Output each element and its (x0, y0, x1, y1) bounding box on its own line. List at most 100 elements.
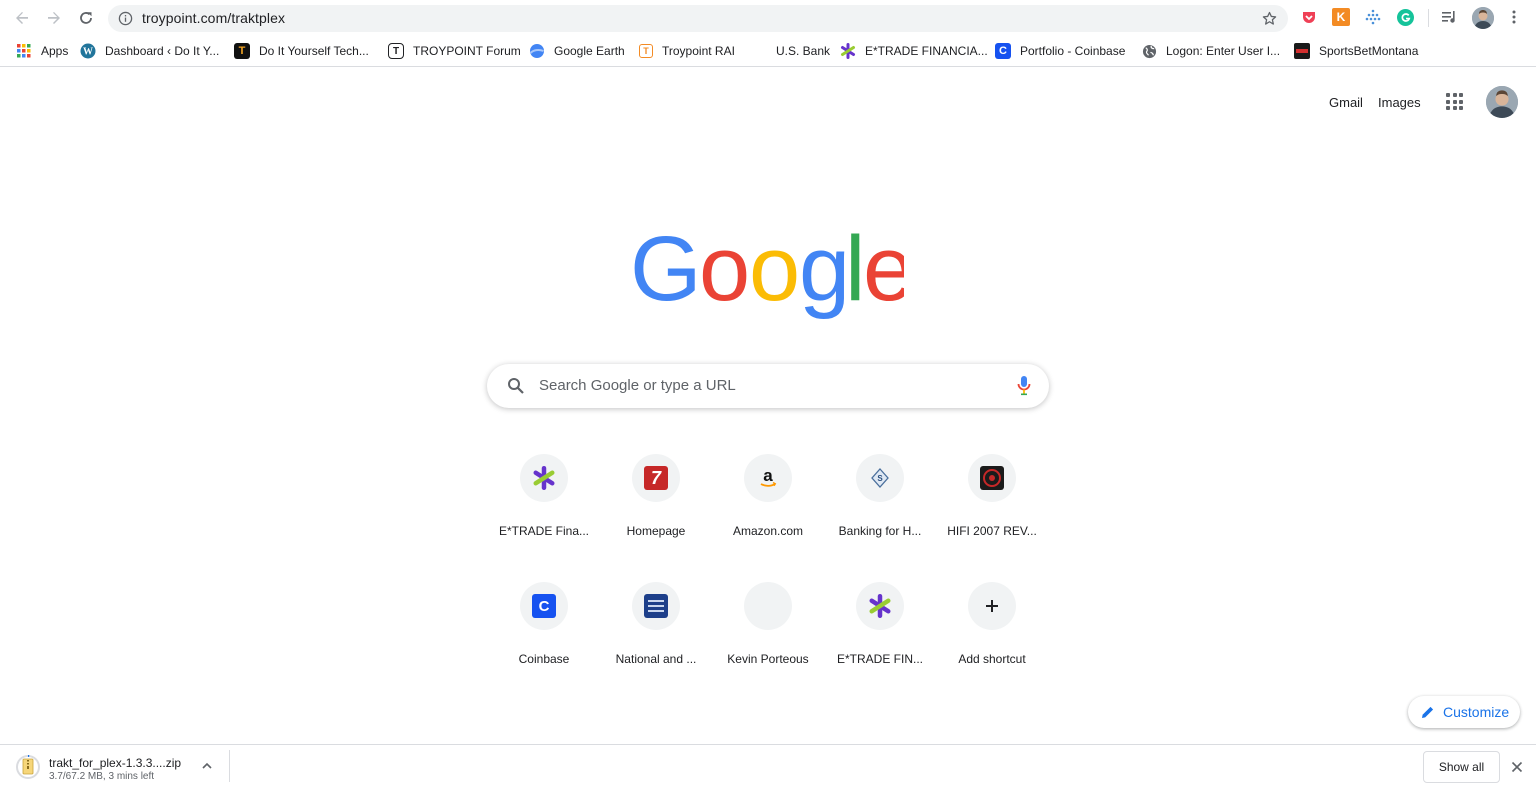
tile-icon-container: S (856, 454, 904, 502)
images-link[interactable]: Images (1378, 95, 1421, 110)
download-divider (229, 750, 230, 782)
profile-avatar[interactable] (1472, 7, 1494, 29)
shortcut-tile[interactable]: S Banking for H... (824, 436, 936, 548)
google-logo: G o o g l e (630, 226, 904, 320)
zip-file-icon[interactable] (16, 754, 40, 779)
shortcut-tile[interactable]: HIFI 2007 REV... (936, 436, 1048, 548)
bookmark-label: TROYPOINT Forum (413, 44, 521, 58)
apps-grid-icon (16, 43, 32, 59)
bookmark-label: Dashboard ‹ Do It Y... (105, 44, 220, 58)
tile-icon-container (968, 582, 1016, 630)
grammarly-icon[interactable] (1396, 8, 1414, 26)
bookmark-diy-tech[interactable]: T Do It Yourself Tech... (234, 42, 369, 60)
pencil-icon (1421, 705, 1435, 719)
weather-channel-icon (644, 594, 668, 618)
troypoint-rai-icon: T (639, 44, 653, 58)
google-earth-icon (529, 43, 545, 59)
google-apps-icon[interactable] (1446, 93, 1463, 110)
coinbase-icon: C (532, 594, 556, 618)
tile-title: E*TRADE Fina... (498, 524, 590, 538)
wordpress-icon: W (80, 43, 96, 59)
tile-title: National and ... (615, 652, 697, 666)
new-tab-page: Gmail Images G o o g l e Search Google o… (0, 68, 1536, 744)
bookmark-apps[interactable]: Apps (16, 42, 68, 60)
tile-icon-container (520, 454, 568, 502)
tile-title: Coinbase (518, 652, 570, 666)
shortcut-tile[interactable]: E*TRADE Fina... (488, 436, 600, 548)
coinbase-icon: C (995, 43, 1011, 59)
shortcut-tile[interactable]: National and ... (600, 564, 712, 676)
tile-title: Banking for H... (838, 524, 922, 538)
search-input[interactable]: Search Google or type a URL (539, 377, 736, 394)
bookmark-us-bank[interactable]: U.S. Bank (776, 42, 830, 60)
reload-icon[interactable] (76, 8, 96, 28)
back-icon[interactable] (12, 8, 32, 28)
troypoint-forum-icon: T (388, 43, 404, 59)
bookmark-troypoint-forum[interactable]: T TROYPOINT Forum (388, 42, 521, 60)
url-text[interactable]: troypoint.com/traktplex (142, 10, 285, 26)
svg-text:o: o (749, 226, 800, 320)
bookmark-label: E*TRADE FINANCIA... (865, 44, 988, 58)
bookmark-label: Logon: Enter User I... (1166, 44, 1281, 58)
add-shortcut-tile[interactable]: Add shortcut (936, 564, 1048, 676)
etrade-icon (868, 594, 892, 618)
bookmark-etrade[interactable]: E*TRADE FINANCIA... (840, 42, 988, 60)
globe-icon (1141, 43, 1157, 59)
bookmark-troypoint-rai[interactable]: T Troypoint RAI (639, 42, 735, 60)
download-filename[interactable]: trakt_for_plex-1.3.3....zip (49, 756, 181, 770)
shortcut-tile[interactable]: C Coinbase (488, 564, 600, 676)
tile-icon-container: C (520, 582, 568, 630)
download-status: 3.7/67.2 MB, 3 mins left (49, 771, 155, 782)
svg-text:g: g (799, 226, 850, 320)
tile-icon-container: 7 (632, 454, 680, 502)
star-icon[interactable] (1261, 10, 1278, 32)
bookmark-dashboard[interactable]: W Dashboard ‹ Do It Y... (80, 42, 219, 60)
svg-text:G: G (630, 226, 702, 320)
bookmark-logon[interactable]: Logon: Enter User I... (1141, 42, 1280, 60)
search-box[interactable]: Search Google or type a URL (487, 364, 1049, 408)
microphone-icon[interactable] (1017, 375, 1031, 402)
account-avatar[interactable] (1486, 86, 1518, 118)
tile-icon-container (632, 582, 680, 630)
bookmark-label: Do It Yourself Tech... (259, 44, 369, 58)
shortcut-tile[interactable]: a Amazon.com (712, 436, 824, 548)
shortcut-tile[interactable]: Kevin Porteous (712, 564, 824, 676)
show-all-button[interactable]: Show all (1423, 751, 1500, 783)
k-extension-icon[interactable]: K (1332, 8, 1350, 26)
bookmark-label: Apps (41, 44, 69, 58)
sportsbet-icon (1294, 43, 1310, 59)
tile-title: E*TRADE FIN... (836, 652, 923, 666)
download-shelf: trakt_for_plex-1.3.3....zip 3.7/67.2 MB,… (0, 744, 1536, 785)
svg-text:a: a (763, 466, 773, 485)
amazon-icon: a (756, 466, 780, 490)
bookmark-coinbase[interactable]: C Portfolio - Coinbase (995, 42, 1125, 60)
bookmark-google-earth[interactable]: Google Earth (529, 42, 625, 60)
troypoint-t-icon: T (234, 43, 250, 59)
info-icon[interactable] (118, 11, 133, 31)
tile-icon-container: a (744, 454, 792, 502)
forward-icon[interactable] (44, 8, 64, 28)
gmail-link[interactable]: Gmail (1329, 95, 1363, 110)
bookmark-sportsbet[interactable]: SportsBetMontana (1294, 42, 1418, 60)
media-controls-icon[interactable] (1440, 8, 1458, 26)
bookmark-label: SportsBetMontana (1319, 44, 1419, 58)
pocket-icon[interactable] (1300, 8, 1318, 26)
bookmarks-bar: Apps W Dashboard ‹ Do It Y... T Do It Yo… (0, 36, 1536, 67)
customize-button[interactable]: Customize (1408, 696, 1520, 728)
close-icon[interactable] (1511, 760, 1523, 778)
shortcut-tile[interactable]: 7 Homepage (600, 436, 712, 548)
chevron-up-icon[interactable] (200, 759, 214, 778)
tile-title: Add shortcut (958, 652, 1026, 666)
bookmark-label: U.S. Bank (776, 44, 831, 58)
menu-icon[interactable] (1505, 8, 1523, 26)
address-bar[interactable]: troypoint.com/traktplex (108, 5, 1288, 32)
svg-text:o: o (699, 226, 750, 320)
shortcut-tile[interactable]: E*TRADE FIN... (824, 564, 936, 676)
bookmark-label: Google Earth (554, 44, 625, 58)
browser-toolbar: troypoint.com/traktplex K (0, 0, 1536, 36)
bank-icon: S (868, 466, 892, 490)
tile-icon-container (856, 582, 904, 630)
etrade-icon (532, 466, 556, 490)
bookmark-label: Portfolio - Coinbase (1020, 44, 1126, 58)
dots-extension-icon[interactable] (1364, 8, 1382, 26)
